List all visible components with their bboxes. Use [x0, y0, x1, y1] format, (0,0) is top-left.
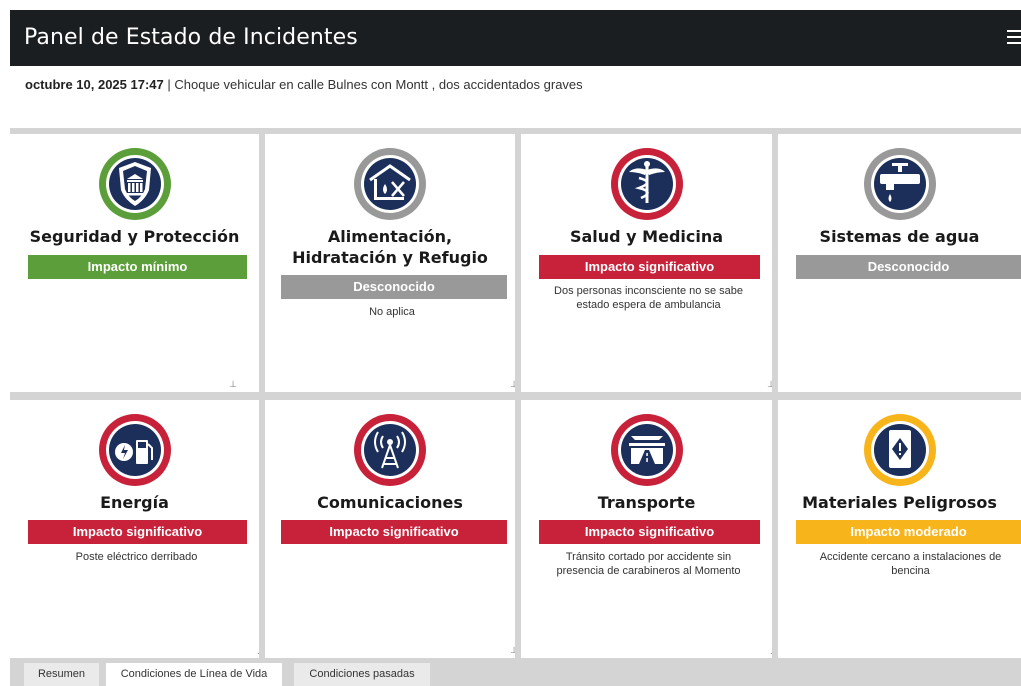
incident-separator: | [163, 77, 175, 92]
resize-handle[interactable]: ⊥ [229, 379, 237, 390]
status-badge[interactable]: Impacto significativo [539, 520, 760, 544]
card-title: Seguridad y Protección [29, 227, 240, 246]
card-energy: Energía Impacto significativo Poste eléc… [10, 400, 259, 658]
resize-handle[interactable]: ⊥ [510, 645, 515, 656]
page-title: Panel de Estado de Incidentes [24, 25, 358, 50]
status-badge[interactable]: Desconocido [281, 275, 507, 299]
hazmat-barrel-icon [862, 412, 938, 488]
status-badge[interactable]: Impacto moderado [796, 520, 1021, 544]
status-badge[interactable]: Impacto mínimo [28, 255, 247, 279]
card-hazmat: Materiales Peligrosos Impacto moderado A… [778, 400, 1021, 658]
card-title: Sistemas de agua [819, 227, 980, 246]
shelter-food-icon [352, 146, 428, 222]
card-note: Tránsito cortado por accidente sin prese… [556, 551, 741, 577]
energy-fuel-icon [97, 412, 173, 488]
status-badge[interactable]: Impacto significativo [28, 520, 247, 544]
status-badge[interactable]: Desconocido [796, 255, 1021, 279]
app-header: Panel de Estado de Incidentes [10, 10, 1021, 66]
card-food-shelter: Alimentación, Hidratación y Refugio Desc… [265, 134, 515, 392]
resize-handle[interactable]: .. [770, 646, 772, 656]
resize-handle[interactable]: .. [257, 646, 259, 656]
card-transport: Transporte Impacto significativo Tránsit… [521, 400, 772, 658]
resize-handle[interactable]: ⊥ [767, 379, 772, 390]
card-title: Energía [100, 493, 169, 512]
card-title: Salud y Medicina [569, 227, 724, 246]
tab-condiciones-linea-de-vida[interactable]: Condiciones de Línea de Vida [106, 663, 282, 686]
tab-bar: Resumen Condiciones de Línea de Vida Con… [10, 661, 1021, 686]
tab-resumen[interactable]: Resumen [24, 663, 99, 686]
incident-datetime: octubre 10, 2025 17:47 [25, 77, 164, 92]
police-badge-icon [97, 146, 173, 222]
caduceus-icon [609, 146, 685, 222]
card-note: Accidente cercano a instalaciones de ben… [819, 551, 1002, 577]
transport-icon [609, 412, 685, 488]
hamburger-menu-icon[interactable] [1007, 30, 1021, 46]
card-note: Dos personas inconsciente no se sabe est… [554, 285, 743, 311]
card-title: Transporte [597, 493, 696, 512]
card-note: No aplica [369, 306, 415, 318]
tab-condiciones-pasadas[interactable]: Condiciones pasadas [294, 663, 430, 686]
status-badge[interactable]: Impacto significativo [281, 520, 507, 544]
water-faucet-icon [862, 146, 938, 222]
card-note: Poste eléctrico derribado [75, 551, 198, 563]
card-title: Comunicaciones [317, 493, 463, 512]
radio-tower-icon [352, 412, 428, 488]
card-title: Materiales Peligrosos [802, 493, 997, 512]
card-health: Salud y Medicina Impacto significativo D… [521, 134, 772, 392]
incident-description: Choque vehicular en calle Bulnes con Mon… [174, 77, 583, 92]
incident-summary: octubre 10, 2025 17:47 | Choque vehicula… [10, 66, 1021, 126]
card-communications: Comunicaciones Impacto significativo ⊥ [265, 400, 515, 658]
card-title: Alimentación, Hidratación y Refugio [292, 227, 488, 267]
resize-handle[interactable]: ⊥ [510, 379, 515, 390]
card-security: Seguridad y Protección Impacto mínimo ⊥ [10, 134, 259, 392]
card-water: Sistemas de agua Desconocido [778, 134, 1021, 392]
status-badge[interactable]: Impacto significativo [539, 255, 760, 279]
